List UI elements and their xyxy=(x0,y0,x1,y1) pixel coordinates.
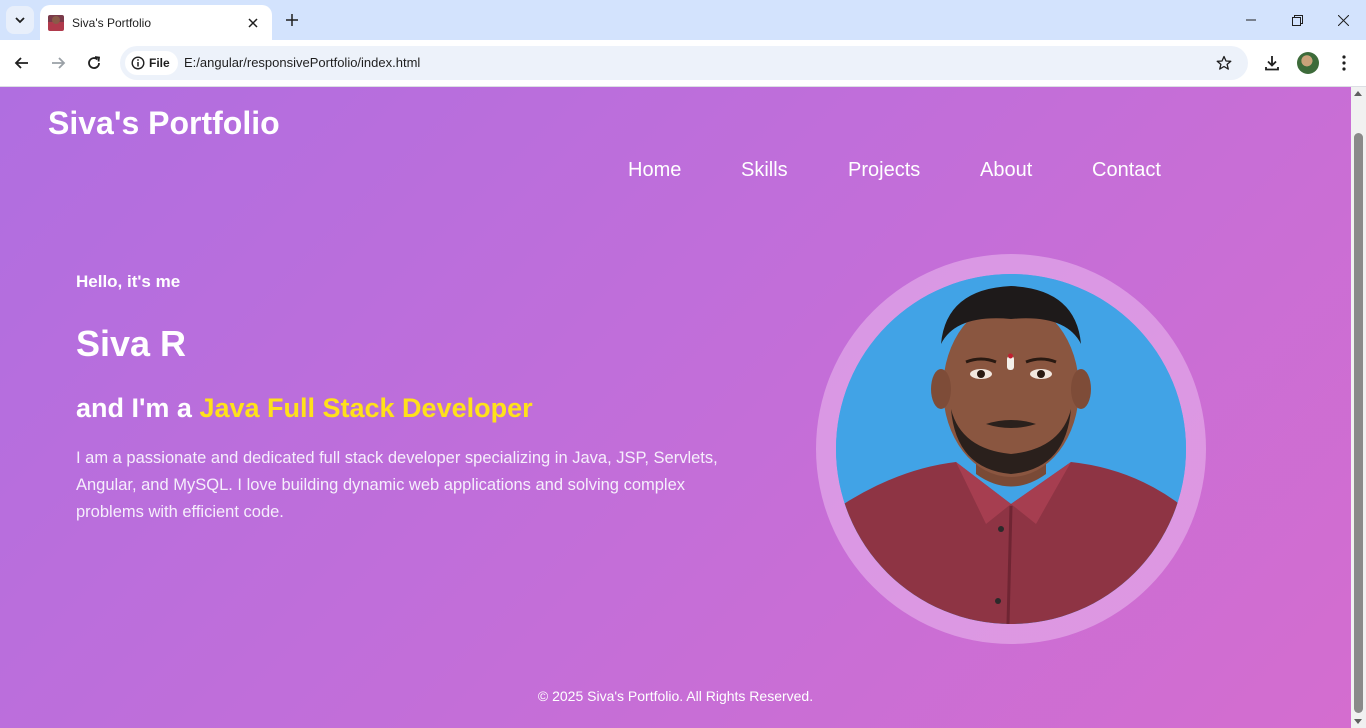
footer-copyright: © 2025 Siva's Portfolio. All Rights Rese… xyxy=(537,688,814,704)
scroll-down-arrow[interactable] xyxy=(1354,719,1362,724)
browser-toolbar: File E:/angular/responsivePortfolio/inde… xyxy=(0,40,1366,87)
kebab-menu-icon xyxy=(1342,55,1346,71)
scrollbar-thumb[interactable] xyxy=(1354,133,1363,713)
hero-role-highlight: Java Full Stack Developer xyxy=(199,393,533,423)
profile-photo-illustration xyxy=(836,274,1186,624)
nav-contact[interactable]: Contact xyxy=(1092,159,1161,182)
site-logo[interactable]: Siva's Portfolio xyxy=(48,105,280,142)
plus-icon xyxy=(286,14,298,26)
url-text[interactable]: E:/angular/responsivePortfolio/index.htm… xyxy=(184,55,420,70)
tab-search-button[interactable] xyxy=(6,6,34,34)
profile-photo xyxy=(836,274,1186,624)
restore-icon xyxy=(1291,14,1303,26)
minimize-button[interactable] xyxy=(1228,0,1274,40)
info-icon xyxy=(131,56,145,70)
back-button[interactable] xyxy=(9,50,35,76)
window-close-button[interactable] xyxy=(1320,0,1366,40)
tab-strip: Siva's Portfolio xyxy=(0,0,1366,40)
bookmark-button[interactable] xyxy=(1214,53,1234,73)
download-icon xyxy=(1265,56,1279,71)
scroll-up-arrow[interactable] xyxy=(1354,91,1362,96)
downloads-button[interactable] xyxy=(1259,50,1285,76)
close-icon xyxy=(248,17,258,28)
tab-favicon xyxy=(48,14,64,31)
active-tab[interactable]: Siva's Portfolio xyxy=(40,5,272,40)
hero-greeting: Hello, it's me xyxy=(76,272,181,291)
address-bar[interactable]: File E:/angular/responsivePortfolio/inde… xyxy=(120,46,1248,80)
hero-role: and I'm a Java Full Stack Developer xyxy=(76,393,533,424)
profile-avatar[interactable] xyxy=(1297,52,1319,74)
hero-name: Siva R xyxy=(76,323,187,364)
tab-close-button[interactable] xyxy=(244,14,262,32)
tab-search-icon xyxy=(15,17,25,24)
reload-icon xyxy=(88,56,101,69)
forward-button[interactable] xyxy=(45,50,71,76)
hero-role-prefix: and I'm a xyxy=(76,393,200,423)
nav-skills[interactable]: Skills xyxy=(741,159,788,182)
page-viewport: Siva's Portfolio Home Skills Projects Ab… xyxy=(0,87,1351,728)
site-info-chip[interactable]: File xyxy=(125,51,178,75)
browser-menu-button[interactable] xyxy=(1331,50,1357,76)
window-close-icon xyxy=(1337,14,1349,26)
site-chip-label: File xyxy=(149,56,170,70)
back-arrow-icon xyxy=(14,57,28,69)
new-tab-button[interactable] xyxy=(281,9,303,31)
page-scrollbar[interactable] xyxy=(1351,87,1366,728)
restore-button[interactable] xyxy=(1274,0,1320,40)
minimize-icon xyxy=(1246,19,1256,21)
nav-about[interactable]: About xyxy=(980,159,1032,182)
forward-arrow-icon xyxy=(52,57,66,69)
nav-projects[interactable]: Projects xyxy=(848,159,920,182)
reload-button[interactable] xyxy=(81,50,107,76)
nav-home[interactable]: Home xyxy=(628,159,681,182)
hero-bio: I am a passionate and dedicated full sta… xyxy=(76,449,718,521)
star-icon xyxy=(1216,55,1232,70)
tab-title: Siva's Portfolio xyxy=(72,15,151,30)
